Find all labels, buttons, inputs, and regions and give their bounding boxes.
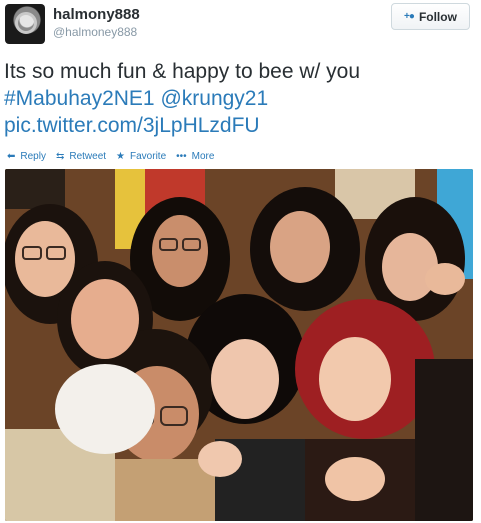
more-dots-icon: •••: [176, 150, 187, 162]
tweet-tags-line: #Mabuhay2NE1 @krungy21: [4, 85, 474, 112]
favorite-label: Favorite: [130, 150, 167, 162]
add-user-icon: +●: [404, 11, 415, 22]
hashtag-link[interactable]: #Mabuhay2NE1: [4, 87, 155, 110]
star-icon: ★: [116, 150, 126, 162]
user-handle[interactable]: @halmoney888: [53, 25, 137, 39]
user-display-name[interactable]: halmony888: [53, 6, 140, 23]
tweet-text: Its so much fun & happy to bee w/ you #M…: [4, 58, 474, 139]
reply-label: Reply: [20, 150, 46, 162]
more-label: More: [191, 150, 215, 162]
avatar-ring-icon: [15, 12, 37, 34]
more-action[interactable]: ••• More: [176, 151, 214, 162]
mention-link[interactable]: @krungy21: [160, 87, 268, 110]
retweet-label: Retweet: [69, 150, 107, 162]
retweet-icon: ⇆: [55, 150, 65, 162]
tweet-actions: ⬅ Reply ⇆ Retweet ★ Favorite ••• More: [7, 149, 224, 163]
reply-icon: ⬅: [7, 150, 16, 162]
retweet-action[interactable]: ⇆ Retweet: [56, 151, 106, 162]
user-avatar[interactable]: [5, 4, 45, 44]
tweet-text-line: Its so much fun & happy to bee w/ you: [4, 60, 361, 83]
follow-button-label: Follow: [418, 9, 457, 24]
tweet-photo[interactable]: [5, 169, 473, 521]
group-selfie-photo: [5, 169, 473, 521]
favorite-action[interactable]: ★ Favorite: [116, 151, 166, 162]
tweet-card: halmony888 @halmoney888 +● Follow Its so…: [0, 0, 481, 523]
reply-action[interactable]: ⬅ Reply: [7, 151, 46, 162]
pic-link[interactable]: pic.twitter.com/3jLpHLzdFU: [4, 112, 474, 139]
follow-button[interactable]: +● Follow: [391, 3, 470, 30]
